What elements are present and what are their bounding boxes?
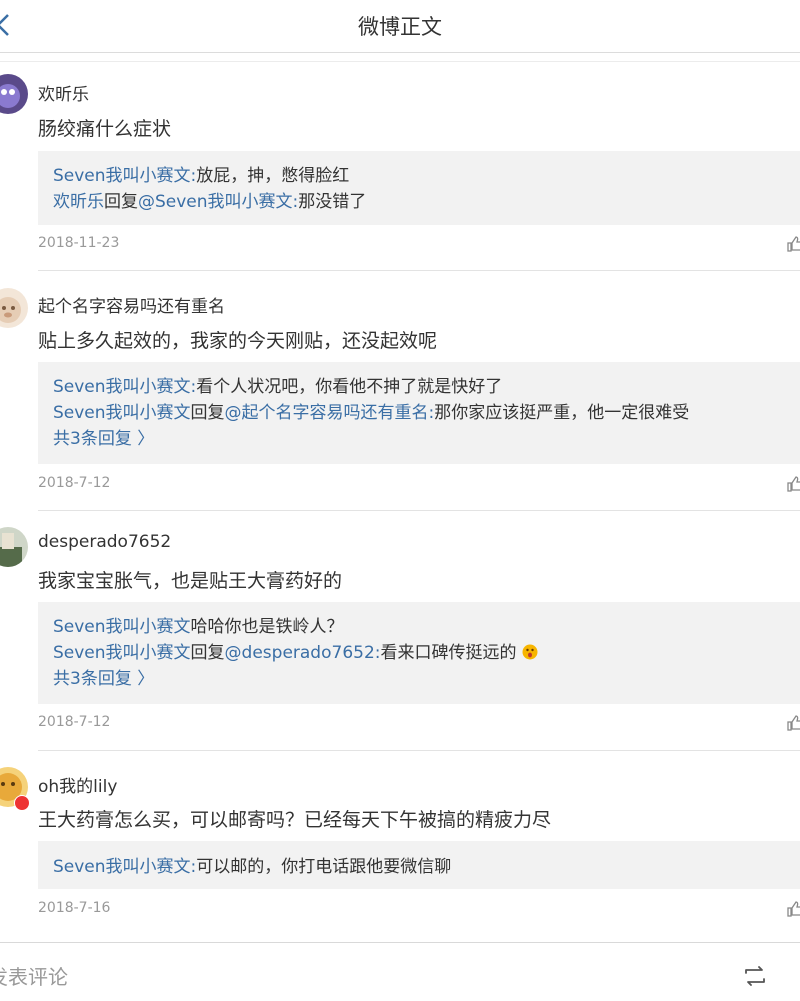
reply-line: Seven我叫小赛文:放屁，抻，憋得脸红: [53, 161, 349, 186]
reply-box: Seven我叫小赛文:放屁，抻，憋得脸红 欢昕乐回复@Seven我叫小赛文:那没…: [38, 151, 800, 225]
comment-text: 我家宝宝胀气，也是贴王大膏药好的: [38, 570, 343, 592]
reply-mention[interactable]: @desperado7652: [225, 643, 375, 663]
reply-line: 欢昕乐回复@Seven我叫小赛文:那没错了: [53, 187, 366, 212]
reply-text: 那你家应该挺严重，他一定很难受: [434, 403, 690, 423]
more-replies-link[interactable]: 共3条回复 〉: [53, 424, 154, 449]
reply-box: Seven我叫小赛文哈哈你也是铁岭人？ Seven我叫小赛文回复@despera…: [38, 602, 800, 704]
comment-divider: [38, 510, 800, 511]
reply-text: 看个人状况吧，你看他不抻了就是快好了: [196, 377, 503, 397]
comment-text: 王大药膏怎么买，可以邮寄吗？已经每天下午被搞的精疲力尽: [38, 809, 552, 831]
comment-divider: [38, 270, 800, 271]
reply-line: Seven我叫小赛文:看个人状况吧，你看他不抻了就是快好了: [53, 372, 502, 397]
comment-date: 2018-7-12: [38, 714, 111, 730]
avatar[interactable]: [0, 74, 28, 114]
comment-username[interactable]: desperado7652: [38, 532, 171, 552]
reply-box: Seven我叫小赛文:看个人状况吧，你看他不抻了就是快好了 Seven我叫小赛文…: [38, 362, 800, 464]
reply-author[interactable]: Seven我叫小赛文: [53, 166, 191, 186]
comment-username[interactable]: 起个名字容易吗还有重名: [38, 292, 225, 317]
more-replies-link[interactable]: 共3条回复 〉: [53, 664, 154, 689]
reply-author[interactable]: 欢昕乐: [53, 192, 104, 212]
reply-verb: 回复: [190, 643, 225, 663]
reply-box: Seven我叫小赛文:可以邮的，你打电话跟他要微信聊: [38, 841, 800, 889]
reply-verb: 回复: [104, 192, 138, 212]
reply-mention[interactable]: @Seven我叫小赛文: [138, 192, 293, 212]
vip-badge-icon: [14, 795, 30, 811]
reply-author[interactable]: Seven我叫小赛文: [53, 377, 191, 397]
comment-date: 2018-7-12: [38, 475, 111, 491]
thumbs-up-icon[interactable]: [786, 714, 800, 732]
reply-line: Seven我叫小赛文回复@desperado7652:看来口碑传挺远的: [53, 638, 538, 663]
comment-date: 2018-7-16: [38, 900, 111, 916]
comment-text: 贴上多久起效的，我家的今天刚贴，还没起效呢: [38, 330, 438, 352]
thumbs-up-icon[interactable]: [786, 900, 800, 918]
page-title: 微博正文: [358, 15, 442, 39]
thumbs-up-icon[interactable]: [786, 235, 800, 253]
repost-icon[interactable]: [742, 965, 768, 987]
reply-text: 那没错了: [298, 192, 367, 212]
comment-username[interactable]: 欢昕乐: [38, 80, 89, 105]
reply-line: Seven我叫小赛文哈哈你也是铁岭人？: [53, 612, 344, 637]
avatar[interactable]: [0, 288, 28, 328]
comment-username[interactable]: oh我的lily: [38, 772, 117, 797]
reply-text: 看来口碑传挺远的: [380, 643, 517, 663]
comment-date: 2018-11-23: [38, 235, 120, 251]
reply-line: Seven我叫小赛文回复@起个名字容易吗还有重名:那你家应该挺严重，他一定很难受: [53, 398, 689, 423]
thumbs-up-icon[interactable]: [786, 475, 800, 493]
reply-text: 可以邮的，你打电话跟他要微信聊: [196, 857, 452, 877]
reply-author[interactable]: Seven我叫小赛文: [53, 617, 191, 637]
reply-author[interactable]: Seven我叫小赛文: [53, 403, 191, 423]
surprised-emoji-icon: [522, 644, 538, 660]
top-bar: 微博正文: [0, 0, 800, 53]
reply-text: 放屁，抻，憋得脸红: [196, 166, 350, 186]
comment-divider: [38, 750, 800, 751]
comment-text: 肠绞痛什么症状: [38, 118, 172, 140]
reply-author[interactable]: Seven我叫小赛文: [53, 643, 191, 663]
reply-text: 哈哈你也是铁岭人？: [190, 617, 344, 637]
header-divider: [0, 53, 800, 62]
reply-line: Seven我叫小赛文:可以邮的，你打电话跟他要微信聊: [53, 852, 451, 877]
bottom-bar: 发表评论: [0, 942, 800, 1001]
reply-author[interactable]: Seven我叫小赛文: [53, 857, 191, 877]
comment-input[interactable]: 发表评论: [0, 961, 68, 990]
reply-mention[interactable]: @起个名字容易吗还有重名: [225, 403, 429, 423]
avatar[interactable]: [0, 527, 28, 567]
reply-verb: 回复: [190, 403, 225, 423]
